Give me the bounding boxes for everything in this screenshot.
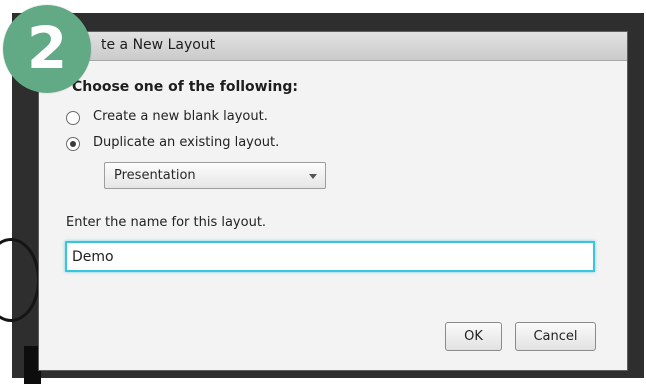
- layout-select-dropdown[interactable]: Presentation: [104, 162, 326, 189]
- step-number-badge: 2: [3, 5, 91, 93]
- chevron-down-icon: [309, 174, 317, 179]
- layout-select-value: Presentation: [114, 168, 196, 183]
- radio-create-blank[interactable]: [66, 111, 80, 125]
- ok-button[interactable]: OK: [445, 322, 502, 351]
- radio-selected-dot: [70, 141, 76, 147]
- dialog-title: te a New Layout: [101, 37, 216, 53]
- option-create-blank-label[interactable]: Create a new blank layout.: [93, 109, 268, 124]
- layout-name-label: Enter the name for this layout.: [66, 215, 267, 230]
- layout-name-input[interactable]: [65, 241, 595, 272]
- dialog-titlebar[interactable]: te a New Layout: [39, 32, 627, 61]
- cancel-button[interactable]: Cancel: [515, 322, 596, 351]
- options-heading: Choose one of the following:: [72, 79, 298, 95]
- option-duplicate-existing-label[interactable]: Duplicate an existing layout.: [93, 135, 279, 150]
- radio-duplicate-existing[interactable]: [66, 137, 80, 151]
- step-number: 2: [26, 14, 68, 82]
- background-arc-shape: [0, 238, 40, 322]
